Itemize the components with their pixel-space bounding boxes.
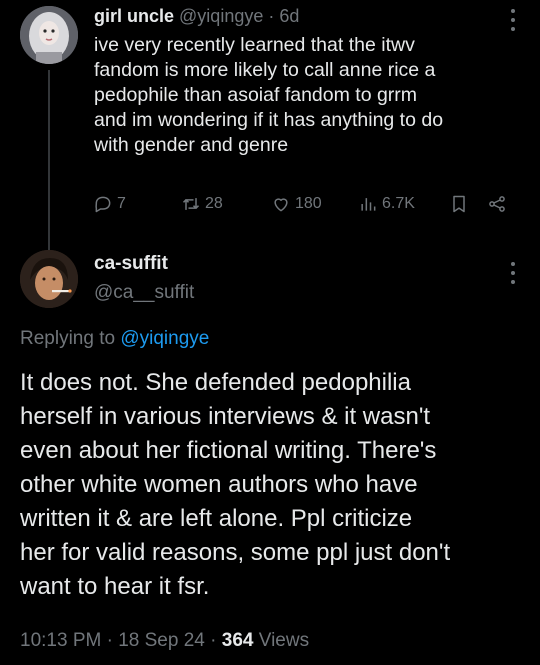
avatar-image [20, 6, 78, 64]
views-count: 364 [221, 630, 254, 651]
text-line: written it & are left alone. Ppl critici… [20, 505, 413, 532]
text-line: herself in various interviews & it wasn'… [20, 403, 431, 430]
text-line: It does not. She defended pedophilia [20, 369, 411, 396]
views-button[interactable]: 6.7K [358, 194, 415, 214]
display-name[interactable]: girl uncle [94, 6, 174, 26]
avatar[interactable] [20, 6, 78, 64]
like-icon [274, 198, 288, 212]
views-icon [361, 198, 376, 211]
bookmark-icon [453, 195, 465, 213]
avatar[interactable] [20, 250, 78, 308]
text-line: fandom is more likely to call anne rice … [94, 59, 436, 81]
handle[interactable]: @ca__suffit [94, 282, 194, 304]
post-time[interactable]: 10:13 PM [20, 630, 101, 651]
like-count: 180 [295, 195, 322, 212]
avatar-image [20, 250, 78, 308]
post1-text: ive very recently learned that the itwv … [94, 33, 514, 158]
repost-icon [182, 198, 200, 210]
post-age[interactable]: 6d [279, 6, 299, 26]
separator: · [106, 630, 113, 651]
display-name[interactable]: ca-suffit [94, 253, 168, 275]
repost-count: 28 [205, 195, 223, 212]
more-icon[interactable] [510, 262, 516, 284]
replying-prefix: Replying to [20, 328, 116, 349]
share-icon [489, 196, 505, 212]
post2-text: It does not. She defended pedophilia her… [20, 366, 525, 604]
bookmark-button[interactable] [449, 194, 469, 214]
text-line: ive very recently learned that the itwv [94, 34, 415, 56]
reply-icon [95, 196, 111, 213]
share-button[interactable] [487, 194, 507, 214]
separator: · [268, 6, 275, 26]
text-line: and im wondering if it has anything to d… [94, 109, 444, 131]
post-meta: 10:13 PM · 18 Sep 24 · 364 Views [20, 630, 309, 652]
text-line: with gender and genre [94, 134, 289, 156]
text-line: pedophile than asoiaf fandom to grrm [94, 84, 418, 106]
post-date[interactable]: 18 Sep 24 [118, 630, 205, 651]
handle[interactable]: @yiqingye [179, 6, 263, 26]
replying-to: Replying to @yiqingye [20, 328, 209, 350]
reply-count: 7 [117, 195, 126, 212]
text-line: her for valid reasons, some ppl just don… [20, 539, 451, 566]
separator: · [210, 630, 217, 651]
views-count: 6.7K [382, 195, 415, 212]
views-label: Views [258, 630, 310, 651]
repost-button[interactable]: 28 [181, 194, 223, 214]
thread-line [48, 70, 50, 250]
action-bar: 7 28 180 6.7K [93, 194, 518, 218]
text-line: other white women authors who have [20, 471, 418, 498]
reply-button[interactable]: 7 [93, 194, 126, 214]
more-icon[interactable] [510, 9, 516, 31]
replying-to-link[interactable]: @yiqingye [120, 328, 209, 349]
post1-header: girl uncle @yiqingye · 6d [94, 6, 299, 27]
text-line: even about her fictional writing. There'… [20, 437, 437, 464]
text-line: want to hear it fsr. [20, 573, 210, 600]
like-button[interactable]: 180 [271, 194, 322, 214]
